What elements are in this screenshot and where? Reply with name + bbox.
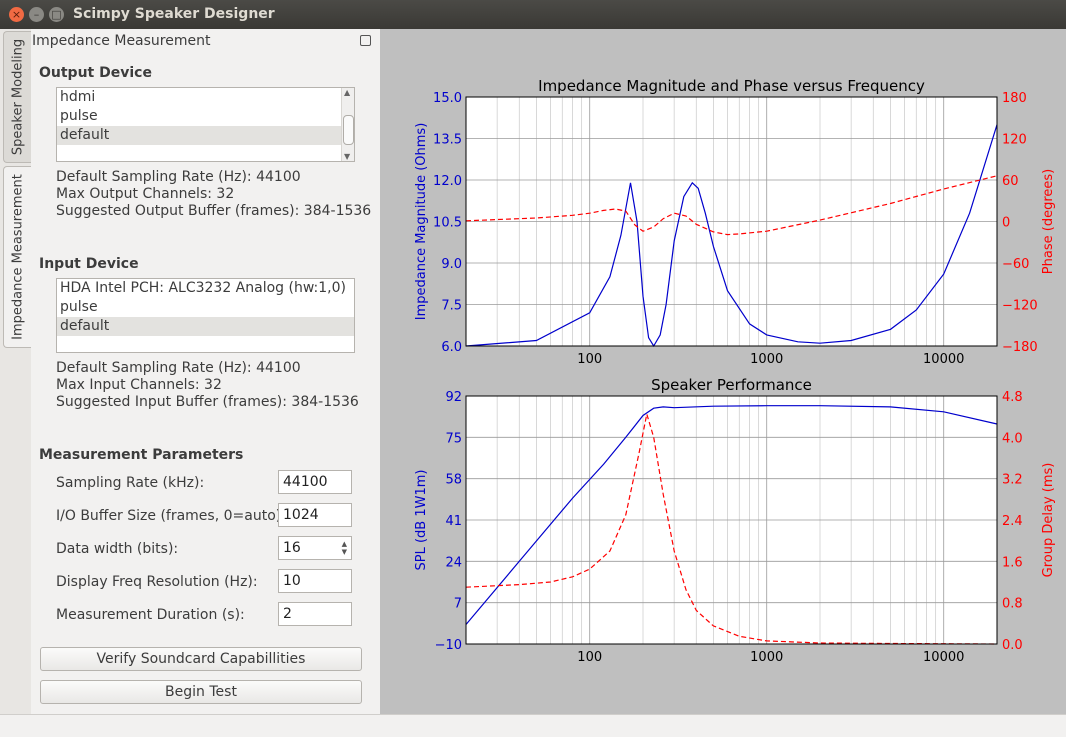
output-device-list[interactable]: hdmi pulse default ▲ ▼ xyxy=(56,87,355,162)
scroll-up-icon[interactable]: ▲ xyxy=(344,88,350,97)
y-tick-label: 24 xyxy=(445,555,462,570)
y2-axis-label: Group Delay (ms) xyxy=(1041,463,1056,578)
tab-impedance-measurement[interactable]: Impedance Measurement xyxy=(3,166,31,348)
measurement-duration-label: Measurement Duration (s): xyxy=(56,607,245,623)
chart-title: Impedance Magnitude and Phase versus Fre… xyxy=(538,77,925,95)
tab-speaker-modeling[interactable]: Speaker Modeling xyxy=(3,31,31,163)
list-item-selected[interactable]: default xyxy=(57,126,354,145)
y-axis-label: SPL (dB 1W1m) xyxy=(414,470,429,571)
y2-tick-label: 0.0 xyxy=(1002,638,1023,653)
x-tick-label: 10000 xyxy=(923,352,964,367)
list-item[interactable]: pulse xyxy=(57,298,354,317)
x-tick-label: 1000 xyxy=(750,352,783,367)
y2-tick-label: 3.2 xyxy=(1002,473,1023,488)
plot-area: 6.0 7.5 9.0 10.5 12.0 13.5 15.0 −180 −120 −60 0 60 1… xyxy=(380,29,1066,714)
x-tick-label: 10000 xyxy=(923,650,964,665)
window-title: Scimpy Speaker Designer xyxy=(73,6,275,22)
sampling-rate-label: Sampling Rate (kHz): xyxy=(56,475,205,491)
y-tick-label: −10 xyxy=(435,638,462,653)
y2-tick-label: 0.8 xyxy=(1002,597,1023,612)
output-sampling-rate: Default Sampling Rate (Hz): 44100 xyxy=(56,169,301,185)
vertical-tab-bar: Speaker Modeling Impedance Measurement xyxy=(0,29,32,714)
y2-tick-label: −60 xyxy=(1002,257,1029,272)
data-width-value: 16 xyxy=(283,540,301,556)
tab-speaker-modeling-label: Speaker Modeling xyxy=(10,38,25,156)
window-close-icon[interactable]: × xyxy=(9,7,24,22)
window-titlebar: × – □ Scimpy Speaker Designer xyxy=(0,0,1066,29)
begin-test-button[interactable]: Begin Test xyxy=(40,680,362,704)
y2-tick-label: 180 xyxy=(1002,91,1027,106)
input-device-heading: Input Device xyxy=(39,256,139,272)
x-tick-label: 100 xyxy=(577,650,602,665)
y-tick-label: 92 xyxy=(445,390,462,405)
input-device-list[interactable]: HDA Intel PCH: ALC3232 Analog (hw:1,0) p… xyxy=(56,278,355,353)
output-suggested-buffer: Suggested Output Buffer (frames): 384-15… xyxy=(56,203,372,219)
freq-resolution-input[interactable]: 10 xyxy=(278,569,352,593)
list-item[interactable]: hdmi xyxy=(57,88,354,107)
y2-tick-label: −120 xyxy=(1002,299,1038,314)
y2-tick-label: 1.6 xyxy=(1002,555,1023,570)
input-suggested-buffer: Suggested Input Buffer (frames): 384-153… xyxy=(56,394,359,410)
output-list-scrollbar[interactable]: ▲ ▼ xyxy=(341,88,354,161)
list-item[interactable]: HDA Intel PCH: ALC3232 Analog (hw:1,0) xyxy=(57,279,354,298)
plot-canvas: 6.0 7.5 9.0 10.5 12.0 13.5 15.0 −180 −120 −60 0 60 1… xyxy=(414,77,1056,665)
y-tick-label: 9.0 xyxy=(441,257,462,272)
y2-axis-label: Phase (degrees) xyxy=(1041,169,1056,274)
y2-tick-label: 60 xyxy=(1002,174,1019,189)
buffer-size-label: I/O Buffer Size (frames, 0=auto): xyxy=(56,508,286,524)
y-tick-label: 7 xyxy=(454,597,462,612)
y-tick-label: 13.5 xyxy=(433,133,462,148)
y2-tick-label: −180 xyxy=(1002,340,1038,355)
freq-resolution-label: Display Freq Resolution (Hz): xyxy=(56,574,258,590)
y-tick-label: 6.0 xyxy=(441,340,462,355)
y2-tick-label: 4.8 xyxy=(1002,390,1023,405)
input-sampling-rate: Default Sampling Rate (Hz): 44100 xyxy=(56,360,301,376)
spin-arrows-icon[interactable]: ▲ ▼ xyxy=(342,540,347,556)
scroll-thumb[interactable] xyxy=(343,115,354,145)
y-axis-label: Impedance Magnitude (Ohms) xyxy=(414,123,429,321)
y2-tick-label: 120 xyxy=(1002,133,1027,148)
y2-tick-label: 2.4 xyxy=(1002,514,1023,529)
list-item-selected[interactable]: default xyxy=(57,317,354,336)
measurement-parameters-heading: Measurement Parameters xyxy=(39,447,244,463)
impedance-measurement-panel: Impedance Measurement float Output Devic… xyxy=(31,29,380,714)
window-maximize-icon[interactable]: □ xyxy=(49,7,64,22)
y2-tick-label: 4.0 xyxy=(1002,431,1023,446)
verify-soundcard-button[interactable]: Verify Soundcard Capabillities xyxy=(40,647,362,671)
window-minimize-icon[interactable]: – xyxy=(29,7,44,22)
status-bar xyxy=(0,714,1066,737)
y-tick-label: 58 xyxy=(445,473,462,488)
y-tick-label: 15.0 xyxy=(433,91,462,106)
y-tick-label: 75 xyxy=(445,431,462,446)
scroll-down-icon[interactable]: ▼ xyxy=(344,152,350,161)
input-max-channels: Max Input Channels: 32 xyxy=(56,377,222,393)
tab-impedance-measurement-label: Impedance Measurement xyxy=(10,174,25,340)
output-device-heading: Output Device xyxy=(39,65,152,81)
measurement-duration-input[interactable]: 2 xyxy=(278,602,352,626)
output-max-channels: Max Output Channels: 32 xyxy=(56,186,235,202)
data-width-label: Data width (bits): xyxy=(56,541,179,557)
y-tick-label: 10.5 xyxy=(433,216,462,231)
chart-title: Speaker Performance xyxy=(651,376,812,394)
y2-tick-label: 0 xyxy=(1002,216,1010,231)
dock-float-icon[interactable]: float xyxy=(360,35,371,46)
y-tick-label: 7.5 xyxy=(441,299,462,314)
list-item[interactable]: pulse xyxy=(57,107,354,126)
sampling-rate-input[interactable]: 44100 xyxy=(278,470,352,494)
x-tick-label: 100 xyxy=(577,352,602,367)
dock-title: Impedance Measurement xyxy=(32,33,211,49)
data-width-spinbox[interactable]: 16 ▲ ▼ xyxy=(278,536,352,560)
y-tick-label: 12.0 xyxy=(433,174,462,189)
x-tick-label: 1000 xyxy=(750,650,783,665)
y-tick-label: 41 xyxy=(445,514,462,529)
buffer-size-input[interactable]: 1024 xyxy=(278,503,352,527)
